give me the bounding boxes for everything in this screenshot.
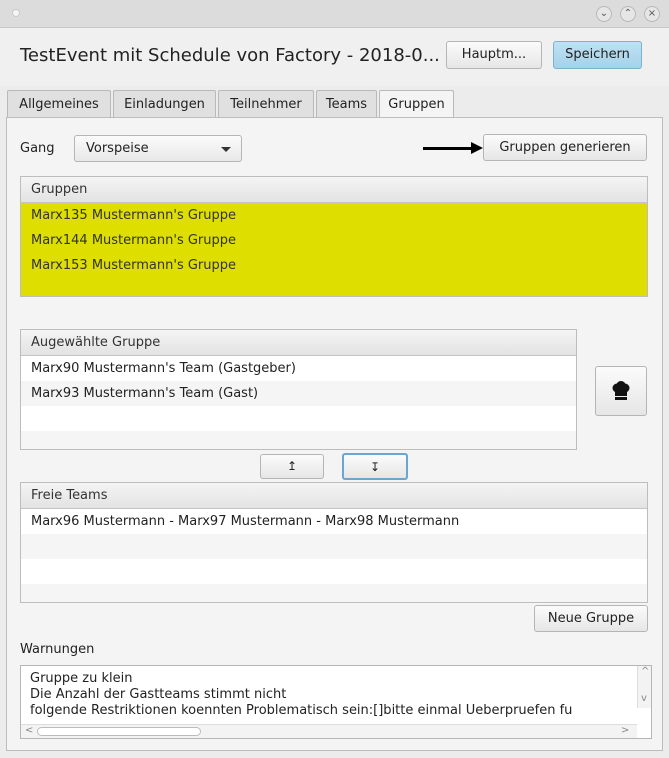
list-item-empty	[21, 559, 647, 584]
warnings-textarea[interactable]: Gruppe zu klein Die Anzahl der Gastteams…	[20, 665, 652, 739]
groups-list-header: Gruppen	[21, 177, 647, 203]
tab-einladungen[interactable]: Einladungen	[113, 90, 216, 118]
course-label: Gang	[20, 141, 55, 156]
tab-gruppen[interactable]: Gruppen	[379, 90, 454, 119]
new-group-button[interactable]: Neue Gruppe	[534, 605, 648, 632]
scroll-left-icon[interactable]: <	[25, 725, 33, 736]
list-item-empty	[21, 431, 576, 449]
warning-line: Die Anzahl der Gastteams stimmt nicht	[30, 687, 287, 702]
list-item[interactable]: Marx135 Mustermann's Gruppe	[21, 203, 647, 228]
free-teams-header: Freie Teams	[21, 483, 647, 509]
move-up-button[interactable]: ↥	[260, 454, 324, 479]
minimize-icon[interactable]: ⌄	[596, 6, 612, 22]
list-item-empty	[21, 534, 647, 559]
vertical-scrollbar[interactable]: ^ v	[637, 666, 651, 708]
list-item[interactable]: Marx144 Mustermann's Gruppe	[21, 228, 647, 253]
warnings-label: Warnungen	[20, 642, 95, 657]
chevron-down-icon	[221, 147, 231, 152]
scroll-right-icon[interactable]: >	[621, 725, 629, 736]
list-item[interactable]: Marx96 Mustermann - Marx97 Mustermann - …	[21, 509, 647, 534]
free-teams-list[interactable]: Freie Teams Marx96 Mustermann - Marx97 M…	[20, 482, 648, 603]
course-select[interactable]: Vorspeise	[74, 135, 242, 162]
main-menu-button[interactable]: Hauptm...	[446, 41, 542, 69]
selected-group-list[interactable]: Augewählte Gruppe Marx90 Mustermann's Te…	[20, 329, 577, 450]
window-titlebar: ⌄ ⌃ ×	[0, 0, 669, 28]
maximize-icon[interactable]: ⌃	[620, 6, 636, 22]
chef-hat-icon	[612, 381, 630, 400]
window-menu-icon[interactable]	[12, 9, 20, 17]
save-button[interactable]: Speichern	[553, 41, 642, 69]
move-down-button[interactable]: ↧	[342, 453, 408, 480]
list-item-empty	[21, 584, 647, 602]
selected-group-header: Augewählte Gruppe	[21, 330, 576, 356]
list-item-empty	[21, 406, 576, 431]
page-title: TestEvent mit Schedule von Factory - 201…	[20, 45, 440, 66]
groups-list-body: Marx135 Mustermann's Gruppe Marx144 Must…	[21, 203, 647, 296]
groups-list[interactable]: Gruppen Marx135 Mustermann's Gruppe Marx…	[20, 176, 648, 297]
warning-line: folgende Restriktionen koennten Problema…	[30, 703, 573, 718]
scrollbar-thumb[interactable]	[37, 727, 201, 736]
groups-panel: Gang Vorspeise Gruppen generieren Gruppe…	[6, 117, 663, 751]
scroll-up-icon[interactable]: ^	[641, 666, 649, 677]
tab-allgemeines[interactable]: Allgemeines	[7, 90, 111, 118]
scroll-down-icon[interactable]: v	[641, 693, 647, 704]
list-item[interactable]: Marx153 Mustermann's Gruppe	[21, 253, 647, 278]
tab-teilnehmer[interactable]: Teilnehmer	[218, 90, 314, 118]
set-host-button[interactable]	[595, 366, 647, 416]
generate-groups-button[interactable]: Gruppen generieren	[483, 134, 647, 161]
horizontal-scrollbar[interactable]: < >	[21, 724, 637, 738]
tab-teams[interactable]: Teams	[316, 90, 377, 118]
course-select-value: Vorspeise	[86, 141, 149, 156]
list-item[interactable]: Marx93 Mustermann's Team (Gast)	[21, 381, 576, 406]
list-item[interactable]: Marx90 Mustermann's Team (Gastgeber)	[21, 356, 576, 381]
close-icon[interactable]: ×	[644, 6, 660, 22]
header: TestEvent mit Schedule von Factory - 201…	[0, 28, 669, 86]
warning-line: Gruppe zu klein	[30, 671, 133, 686]
